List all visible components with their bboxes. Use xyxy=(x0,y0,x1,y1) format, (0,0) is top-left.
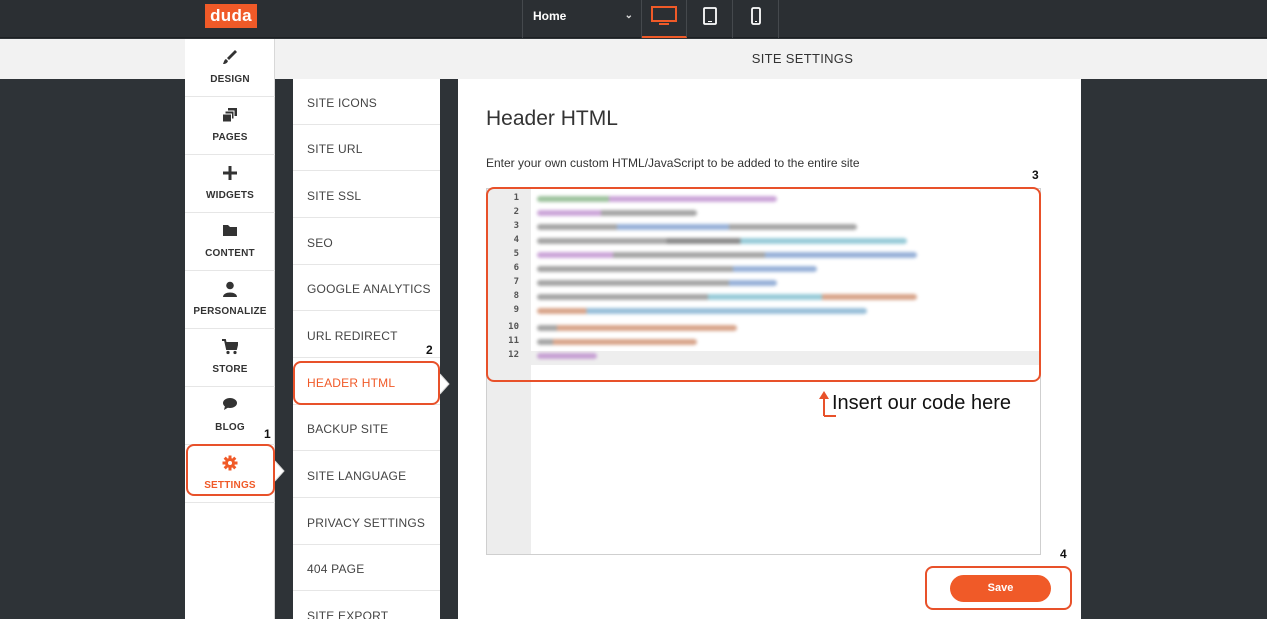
settings-item-label: BACKUP SITE xyxy=(307,422,389,436)
panel-description: Enter your own custom HTML/JavaScript to… xyxy=(486,156,860,170)
settings-item-site-export[interactable]: SITE EXPORT xyxy=(293,592,440,619)
nav-item-label: WIDGETS xyxy=(205,190,255,201)
settings-item-label: 404 PAGE xyxy=(307,562,365,576)
desktop-view-button[interactable] xyxy=(642,0,687,38)
nav-item-blog[interactable]: BLOG xyxy=(185,387,275,445)
settings-list: SITE ICONS SITE URL SITE SSL SEO GOOGLE … xyxy=(293,79,440,619)
settings-item-site-ssl[interactable]: SITE SSL xyxy=(293,172,440,218)
annotation-number: 3 xyxy=(1032,168,1039,182)
plus-icon xyxy=(223,166,237,180)
nav-item-label: BLOG xyxy=(215,422,245,433)
annotation-number: 4 xyxy=(1060,547,1067,561)
settings-item-label: GOOGLE ANALYTICS xyxy=(307,282,431,296)
nav-item-label: DESIGN xyxy=(210,74,250,85)
settings-item-site-url[interactable]: SITE URL xyxy=(293,125,440,171)
active-pointer-icon xyxy=(439,373,450,395)
nav-item-widgets[interactable]: WIDGETS xyxy=(185,155,275,213)
tablet-icon xyxy=(703,7,717,25)
pages-icon xyxy=(222,108,237,123)
nav-item-label: CONTENT xyxy=(205,248,255,259)
settings-item-label: SITE ICONS xyxy=(307,96,378,110)
chevron-down-icon: ⌄ xyxy=(624,10,633,21)
nav-item-label: PERSONALIZE xyxy=(193,306,267,317)
settings-item-privacy-settings[interactable]: PRIVACY SETTINGS xyxy=(293,499,440,545)
nav-item-label: STORE xyxy=(212,364,248,375)
desktop-icon xyxy=(651,6,677,25)
mobile-view-button[interactable] xyxy=(734,0,779,38)
settings-item-label: PRIVACY SETTINGS xyxy=(307,516,426,530)
page-selector-value: Home xyxy=(533,9,567,23)
settings-item-label: SEO xyxy=(307,236,333,250)
duda-logo[interactable]: duda xyxy=(205,4,257,28)
settings-item-backup-site[interactable]: BACKUP SITE xyxy=(293,405,440,451)
save-button[interactable]: Save xyxy=(950,575,1051,602)
settings-item-site-icons[interactable]: SITE ICONS xyxy=(293,79,440,125)
settings-item-site-language[interactable]: SITE LANGUAGE xyxy=(293,452,440,498)
settings-item-seo[interactable]: SEO xyxy=(293,219,440,265)
annotation-number: 1 xyxy=(264,427,271,441)
tablet-view-button[interactable] xyxy=(688,0,733,38)
left-nav: DESIGN PAGES WIDGETS CONTENT PERSONALIZE… xyxy=(185,39,275,619)
annotation-box-settings xyxy=(186,444,275,496)
panel-title: Header HTML xyxy=(486,107,618,130)
settings-item-label: SITE LANGUAGE xyxy=(307,469,407,483)
page-selector[interactable]: Home ⌄ xyxy=(522,0,642,38)
folder-icon xyxy=(223,225,237,236)
nav-item-pages[interactable]: PAGES xyxy=(185,97,275,155)
settings-item-404-page[interactable]: 404 PAGE xyxy=(293,545,440,591)
annotation-number: 2 xyxy=(426,343,433,357)
settings-item-label: SITE SSL xyxy=(307,189,362,203)
settings-item-google-analytics[interactable]: GOOGLE ANALYTICS xyxy=(293,265,440,311)
settings-item-label: SITE URL xyxy=(307,142,363,156)
mobile-icon xyxy=(751,7,761,25)
nav-item-personalize[interactable]: PERSONALIZE xyxy=(185,271,275,329)
chat-bubble-icon xyxy=(223,398,237,410)
person-icon xyxy=(223,281,237,297)
page-title: SITE SETTINGS xyxy=(751,51,854,66)
cart-icon xyxy=(222,339,238,355)
nav-item-store[interactable]: STORE xyxy=(185,329,275,387)
settings-item-label: SITE EXPORT xyxy=(307,609,389,619)
nav-item-content[interactable]: CONTENT xyxy=(185,213,275,271)
settings-item-url-redirect[interactable]: URL REDIRECT xyxy=(293,312,440,358)
annotation-box-header-html xyxy=(293,361,440,405)
nav-item-label: PAGES xyxy=(212,132,248,143)
settings-item-label: URL REDIRECT xyxy=(307,329,398,343)
nav-item-design[interactable]: DESIGN xyxy=(185,39,275,97)
annotation-box-code-area xyxy=(486,187,1041,382)
insert-code-note: Insert our code here xyxy=(832,392,1011,414)
brush-icon xyxy=(223,50,237,64)
active-pointer-icon xyxy=(274,460,285,482)
top-bar: duda Home ⌄ xyxy=(0,0,1267,38)
